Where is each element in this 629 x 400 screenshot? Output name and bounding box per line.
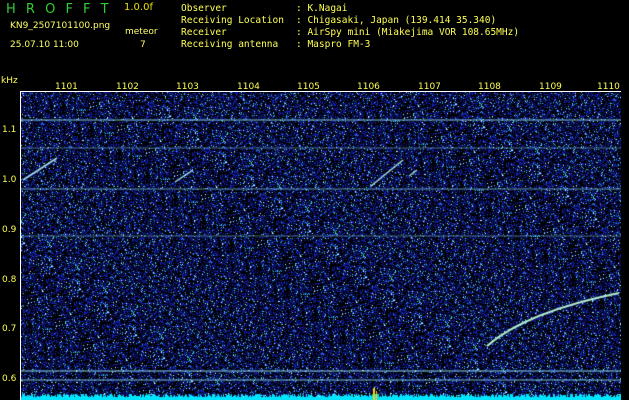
observer-value: : K.Nagai: [296, 3, 348, 14]
location-value: : Chigasaki, Japan (139.414 35.340): [296, 15, 497, 26]
time-tick: 1106: [357, 82, 380, 92]
freq-tick: 0.9: [2, 225, 17, 235]
time-tick: 1107: [418, 82, 441, 92]
receiver-label: Receiver: [181, 27, 227, 38]
echo-count: 7: [140, 40, 146, 50]
frequency-unit-label: kHz: [1, 76, 18, 86]
location-label: Receiving Location: [181, 15, 284, 26]
time-tick: 1108: [478, 82, 501, 92]
freq-tick: 0.6: [2, 374, 17, 384]
time-tick: 1110: [597, 82, 620, 92]
time-tick: 1102: [116, 82, 139, 92]
time-tick: 1105: [297, 82, 320, 92]
observer-label: Observer: [181, 3, 227, 14]
time-tick: 1109: [539, 82, 562, 92]
spectrogram[interactable]: [21, 92, 621, 400]
app-title: H R O F F T: [6, 2, 112, 17]
file-name: KN9_2507101100.png: [10, 21, 111, 31]
date-time: 25.07.10 11:00: [10, 40, 79, 50]
time-tick: 1101: [55, 82, 78, 92]
freq-tick: 0.8: [2, 275, 17, 285]
freq-tick: 1.0: [2, 175, 17, 185]
time-tick: 1104: [237, 82, 260, 92]
freq-tick: 0.7: [2, 324, 17, 334]
antenna-value: : Maspro FM-3: [296, 39, 371, 50]
receiver-value: : AirSpy mini (Miakejima VOR 108.65MHz): [296, 27, 520, 38]
freq-tick: 1.1: [2, 125, 17, 135]
mode-label: meteor: [125, 27, 158, 37]
antenna-label: Receiving antenna: [181, 39, 279, 50]
header: H R O F F T 1.0.0f KN9_2507101100.png me…: [0, 0, 629, 74]
app-version: 1.0.0f: [124, 2, 153, 13]
time-tick: 1103: [176, 82, 199, 92]
